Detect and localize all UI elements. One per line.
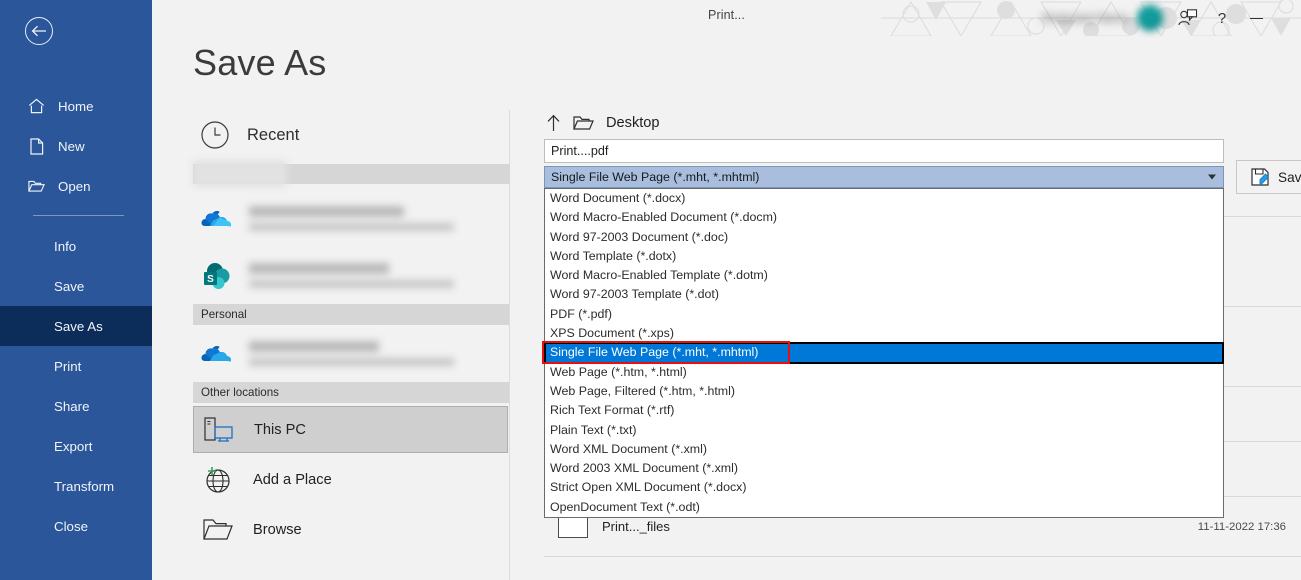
sidebar-item-label: Open [58,178,91,194]
path-bar: Desktop [546,114,660,132]
file-date: 11-11-2022 17:36 [1197,520,1286,533]
save-button[interactable]: Save [1236,160,1301,194]
dropdown-option[interactable]: Web Page (*.htm, *.html) [545,363,1223,382]
recent-label: Recent [247,125,300,144]
sidebar-item-label: Print [54,358,82,374]
dropdown-option[interactable]: Word 2003 XML Document (*.xml) [545,459,1223,478]
sidebar-item-new[interactable]: New [0,126,152,166]
onedrive-icon [201,338,233,370]
onedrive-icon [201,203,233,235]
sidebar-item-print[interactable]: Print [0,346,152,386]
sidebar-item-open[interactable]: Open [0,166,152,206]
dropdown-option[interactable]: Word Template (*.dotx) [545,247,1223,266]
sharepoint-icon: S [201,260,233,292]
dropdown-option[interactable]: Word XML Document (*.xml) [545,440,1223,459]
svg-text:S: S [207,274,214,285]
dropdown-option[interactable]: Word 97-2003 Template (*.dot) [545,285,1223,304]
sidebar-item-label: Export [54,438,93,454]
browse-icon [201,513,235,547]
recent-redacted-label [193,160,287,187]
dropdown-option[interactable]: Word Document (*.docx) [545,189,1223,208]
location-label: Add a Place [253,471,332,488]
avatar [1137,5,1163,31]
dropdown-option[interactable]: Word 97-2003 Document (*.doc) [545,228,1223,247]
up-arrow-icon[interactable] [546,114,561,132]
sidebar-item-share[interactable]: Share [0,386,152,426]
sidebar-item-save-as[interactable]: Save As [0,306,152,346]
backstage-sidebar: Home New Open Info Save Save As Print Sh… [0,0,152,580]
dropdown-option[interactable]: Rich Text Format (*.rtf) [545,401,1223,420]
folder-icon [28,178,45,195]
this-pc-icon [202,413,236,447]
save-as-backstage: Print... Redacted Name ? Home New Open I… [0,0,1301,580]
place-name-redacted [249,206,454,231]
dropdown-option[interactable]: Word Macro-Enabled Document (*.docm) [545,208,1223,227]
back-arrow-icon[interactable] [25,17,53,45]
add-a-place-icon [201,463,235,497]
folder-icon [573,115,594,131]
account-name-text: Redacted Name [1042,11,1129,25]
save-disk-icon [1251,167,1270,187]
sidebar-item-transform[interactable]: Transform [0,466,152,506]
dropdown-option[interactable]: OpenDocument Text (*.odt) [545,498,1223,517]
dropdown-option[interactable]: Word Macro-Enabled Template (*.dotm) [545,266,1223,285]
sidebar-item-label: Save As [54,318,103,334]
sidebar-item-label: Share [54,398,90,414]
sidebar-divider [33,215,124,216]
location-add-a-place[interactable]: Add a Place [193,456,509,503]
place-sharepoint[interactable]: S [193,247,509,304]
filetype-combobox[interactable]: Single File Web Page (*.mht, *.mhtml) [544,166,1224,188]
minimize-button[interactable] [1239,0,1273,36]
group-header-personal: Personal [193,304,509,325]
account-name-redacted: Redacted Name [1034,0,1171,36]
home-icon [28,98,45,115]
filename-input[interactable]: Print....pdf [544,139,1224,163]
sidebar-item-label: Save [54,278,85,294]
place-name-redacted [249,263,454,288]
location-label: This PC [254,421,306,438]
sidebar-item-export[interactable]: Export [0,426,152,466]
dropdown-option[interactable]: PDF (*.pdf) [545,305,1223,324]
places-column: Recent S Personal Other locations This P… [193,110,510,580]
sidebar-item-home[interactable]: Home [0,86,152,126]
clock-icon [200,120,230,150]
save-button-label: Save [1278,169,1301,185]
dropdown-option[interactable]: Web Page, Filtered (*.htm, *.html) [545,382,1223,401]
chevron-down-icon[interactable] [1208,174,1216,180]
place-name-redacted [249,341,454,366]
title-bar: Print... Redacted Name ? [152,0,1301,36]
page-icon [28,137,45,155]
dropdown-option[interactable]: XPS Document (*.xps) [545,324,1223,343]
sidebar-item-label: New [58,138,85,154]
table-row[interactable] [544,557,1301,580]
filetype-selected-label: Single File Web Page (*.mht, *.mhtml) [551,170,760,184]
group-header-other-locations: Other locations [193,382,509,403]
sidebar-item-close[interactable]: Close [0,506,152,546]
place-onedrive[interactable] [193,190,509,247]
location-this-pc[interactable]: This PC [193,406,508,453]
sidebar-item-label: Close [54,518,88,534]
sidebar-item-info[interactable]: Info [0,226,152,266]
place-onedrive-personal[interactable] [193,325,509,382]
sidebar-item-save[interactable]: Save [0,266,152,306]
current-folder-label: Desktop [606,115,660,131]
person-callout-icon[interactable] [1171,0,1205,36]
dropdown-option[interactable]: Plain Text (*.txt) [545,421,1223,440]
sidebar-item-label: Home [58,98,94,114]
location-label: Browse [253,521,302,538]
file-name: Print..._files [602,519,670,534]
location-browse[interactable]: Browse [193,506,509,553]
help-button[interactable]: ? [1205,0,1239,36]
sidebar-nav: Home New Open Info Save Save As Print Sh… [0,86,152,546]
sidebar-item-label: Transform [54,478,115,494]
sidebar-item-label: Info [54,238,77,254]
filetype-dropdown-list[interactable]: Word Document (*.docx) Word Macro-Enable… [542,188,1224,519]
dropdown-option[interactable]: Strict Open XML Document (*.docx) [545,478,1223,497]
folder-thumb-icon [558,515,588,538]
recent-header[interactable]: Recent [193,110,509,160]
page-title: Save As [193,42,327,83]
dropdown-option-selected[interactable]: Single File Web Page (*.mht, *.mhtml) [544,342,1224,364]
